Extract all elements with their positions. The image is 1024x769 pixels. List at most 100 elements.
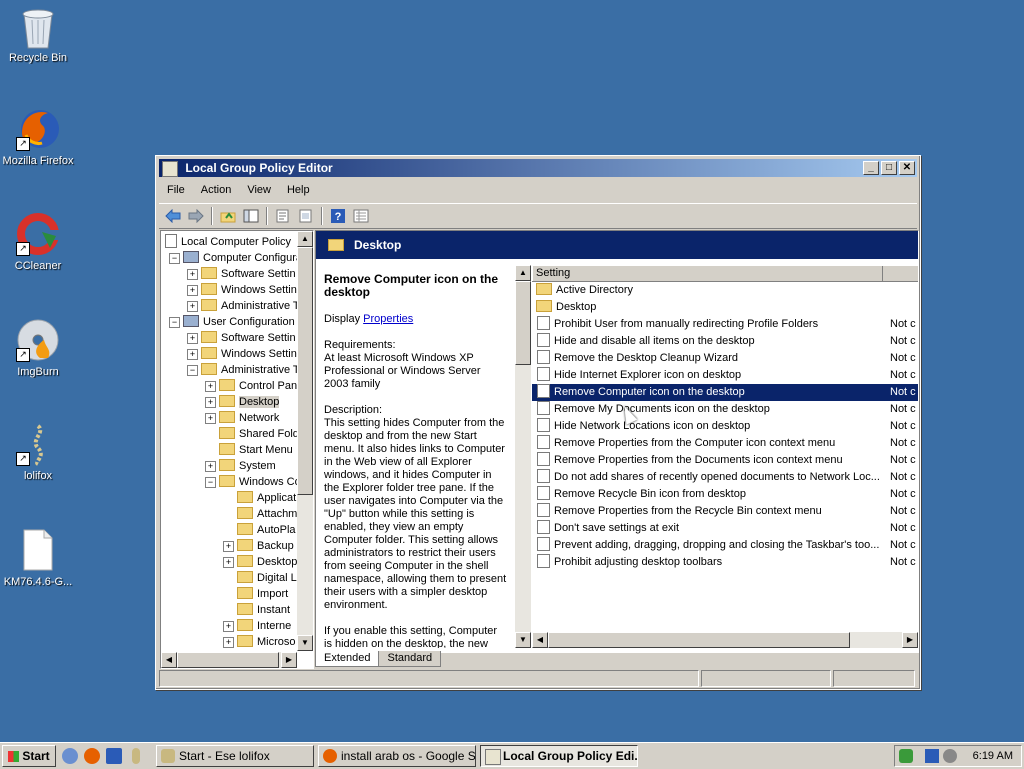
tree-item[interactable]: + Microso — [223, 634, 296, 650]
expand-icon[interactable]: + — [223, 620, 234, 632]
scroll-down-icon[interactable]: ▼ — [297, 635, 313, 651]
title-bar[interactable]: Local Group Policy Editor _ □ ✕ — [159, 159, 917, 177]
properties-icon[interactable] — [273, 207, 293, 225]
security-shield-icon[interactable] — [899, 749, 913, 763]
policy-setting-row[interactable]: Hide and disable all items on the deskto… — [532, 333, 918, 350]
list-horizontal-scrollbar[interactable]: ◀ ▶ — [532, 632, 918, 648]
tree-item[interactable]: + System — [205, 458, 276, 474]
tab-standard[interactable]: Standard — [378, 651, 442, 667]
clock[interactable]: 6:19 AM — [973, 746, 1013, 766]
firefox-icon[interactable] — [84, 748, 100, 764]
tree-item[interactable]: − Computer Configura — [169, 250, 297, 266]
forward-arrow-icon[interactable] — [186, 207, 206, 225]
imgburn-shortcut[interactable]: ↗ ImgBurn — [0, 318, 76, 378]
tree-item[interactable]: Attachm — [223, 506, 297, 522]
tree-item[interactable]: Import — [223, 586, 288, 602]
tree-item[interactable]: + Software Settin — [187, 330, 296, 346]
menu-action[interactable]: Action — [193, 184, 240, 196]
collapse-icon[interactable]: − — [187, 364, 198, 376]
start-button[interactable]: Start — [2, 745, 56, 767]
scroll-thumb[interactable] — [548, 632, 850, 648]
policy-setting-row[interactable]: Prevent adding, dragging, dropping and c… — [532, 537, 918, 554]
tree-item[interactable]: Applicat — [223, 490, 296, 506]
tree-item[interactable]: + Backup — [223, 538, 294, 554]
show-desktop-icon[interactable] — [106, 748, 122, 764]
scroll-left-icon[interactable]: ◀ — [161, 652, 177, 668]
tree-item[interactable]: Digital L — [223, 570, 297, 586]
network-icon[interactable] — [925, 749, 939, 763]
scroll-down-icon[interactable]: ▼ — [515, 632, 531, 648]
tree-item[interactable]: + Windows Settin — [187, 282, 297, 298]
policy-setting-row[interactable]: Remove Properties from the Computer icon… — [532, 435, 918, 452]
tree-item[interactable]: + Desktop — [223, 554, 297, 570]
scroll-right-icon[interactable]: ▶ — [902, 632, 918, 648]
policy-setting-row[interactable]: Remove Recycle Bin icon from desktop Not … — [532, 486, 918, 503]
menu-view[interactable]: View — [239, 184, 279, 196]
scroll-thumb[interactable] — [297, 247, 313, 495]
tree-item[interactable]: + Interne — [223, 618, 291, 634]
tree-horizontal-scrollbar[interactable]: ◀ ▶ — [161, 652, 297, 668]
tree-item[interactable]: + Desktop — [205, 394, 280, 410]
tree-item[interactable]: + Network — [205, 410, 279, 426]
policy-setting-row[interactable]: Remove Properties from the Recycle Bin c… — [532, 503, 918, 520]
tree-item[interactable]: Shared Fold — [205, 426, 297, 442]
tree-item[interactable]: + Control Pan — [205, 378, 297, 394]
export-list-icon[interactable] — [296, 207, 316, 225]
expand-icon[interactable]: + — [187, 284, 198, 296]
expand-icon[interactable]: + — [205, 412, 216, 424]
close-button[interactable]: ✕ — [899, 161, 915, 175]
menu-file[interactable]: File — [159, 184, 193, 196]
scroll-right-icon[interactable]: ▶ — [281, 652, 297, 668]
lolifox-icon[interactable] — [132, 748, 140, 764]
expand-icon[interactable]: + — [223, 636, 234, 648]
policy-setting-row[interactable]: Remove the Desktop Cleanup Wizard Not c — [532, 350, 918, 367]
task-firefox[interactable]: install arab os - Google S... — [318, 745, 476, 767]
back-arrow-icon[interactable] — [163, 207, 183, 225]
expand-icon[interactable]: + — [187, 348, 198, 360]
scroll-up-icon[interactable]: ▲ — [297, 231, 313, 247]
scroll-thumb[interactable] — [177, 652, 279, 668]
expand-icon[interactable]: + — [223, 556, 234, 568]
recycle-bin-shortcut[interactable]: Recycle Bin — [0, 4, 76, 64]
expand-icon[interactable]: + — [187, 300, 198, 312]
volume-muted-icon[interactable] — [943, 749, 957, 763]
scroll-up-icon[interactable]: ▲ — [515, 265, 531, 281]
list-folder-row[interactable]: Desktop — [532, 299, 918, 316]
expand-icon[interactable]: + — [205, 460, 216, 472]
tree-item[interactable]: + Administrative T — [187, 298, 297, 314]
expand-icon[interactable]: + — [205, 380, 216, 392]
tree-item[interactable]: Instant — [223, 602, 290, 618]
column-header-setting[interactable]: Setting — [532, 265, 883, 281]
policy-setting-row[interactable]: Hide Internet Explorer icon on desktop No… — [532, 367, 918, 384]
policy-setting-row[interactable]: Prohibit adjusting desktop toolbars Not c — [532, 554, 918, 571]
properties-link[interactable]: Properties — [363, 313, 413, 325]
policy-setting-row[interactable]: Prohibit User from manually redirecting … — [532, 316, 918, 333]
lolifox-shortcut[interactable]: ↗ lolifox — [0, 422, 76, 482]
collapse-icon[interactable]: − — [169, 252, 180, 264]
ccleaner-shortcut[interactable]: ↗ CCleaner — [0, 212, 76, 272]
help-icon[interactable]: ? — [328, 207, 348, 225]
task-lolifox[interactable]: Start - Ese lolifox — [156, 745, 314, 767]
firefox-shortcut[interactable]: ↗ Mozilla Firefox — [0, 107, 76, 167]
column-header-state[interactable] — [880, 265, 918, 281]
km-file-shortcut[interactable]: KM76.4.6-G... — [0, 528, 76, 588]
ie-icon[interactable] — [62, 748, 78, 764]
scroll-thumb[interactable] — [515, 281, 531, 365]
policy-setting-row[interactable]: Do not add shares of recently opened doc… — [532, 469, 918, 486]
tab-extended[interactable]: Extended — [315, 651, 380, 667]
policy-setting-row[interactable]: Remove My Documents icon on the desktop N… — [532, 401, 918, 418]
tree-item[interactable]: − User Configuration — [169, 314, 295, 330]
collapse-icon[interactable]: − — [169, 316, 180, 328]
tree-item[interactable]: − Administrative T — [187, 362, 297, 378]
policy-setting-row[interactable]: Hide Network Locations icon on desktop No… — [532, 418, 918, 435]
expand-icon[interactable]: + — [205, 396, 216, 408]
menu-help[interactable]: Help — [279, 184, 318, 196]
list-folder-row[interactable]: Active Directory — [532, 282, 918, 299]
show-hide-tree-icon[interactable] — [241, 207, 261, 225]
expand-icon[interactable]: + — [223, 540, 234, 552]
collapse-icon[interactable]: − — [205, 476, 216, 488]
filter-icon[interactable] — [351, 207, 371, 225]
tree-item[interactable]: + Windows Settin — [187, 346, 297, 362]
expand-icon[interactable]: + — [187, 268, 198, 280]
minimize-button[interactable]: _ — [863, 161, 879, 175]
